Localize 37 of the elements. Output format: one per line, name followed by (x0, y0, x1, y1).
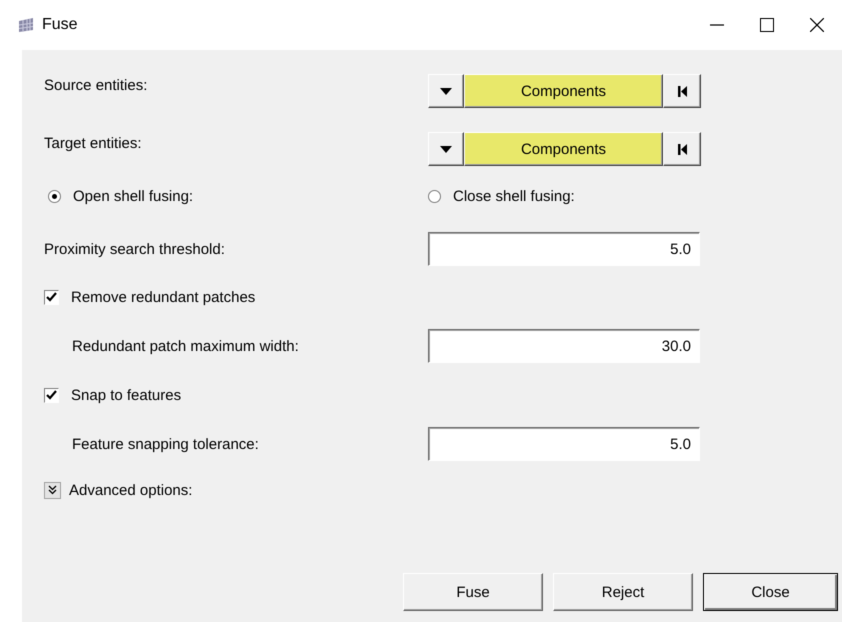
radio-button[interactable] (428, 190, 441, 202)
checkbox-label: Remove redundant patches (71, 288, 256, 306)
dropdown-button[interactable] (428, 132, 464, 166)
input-field[interactable]: 30.0 (428, 329, 700, 363)
minimize-icon (710, 24, 724, 26)
dialog-button[interactable]: Reject (553, 573, 693, 611)
reset-button[interactable] (663, 132, 701, 166)
field-label: Redundant patch maximum width: (72, 338, 299, 354)
radio-label: Open shell fusing: (73, 188, 194, 204)
mesh-icon (18, 17, 34, 33)
dropdown-button[interactable] (428, 74, 464, 108)
field-label: Feature snapping tolerance: (72, 436, 259, 452)
maximize-icon (760, 18, 774, 32)
close-icon (810, 18, 824, 32)
checkbox[interactable] (44, 290, 59, 304)
field-label: Target entities: (44, 135, 142, 152)
radio-button[interactable] (48, 190, 61, 202)
entity-selector-button[interactable]: Components (464, 74, 663, 108)
checkbox[interactable] (44, 388, 59, 402)
input-field[interactable]: 5.0 (428, 427, 700, 461)
caret-down-icon (440, 88, 452, 94)
field-label: Source entities: (44, 77, 148, 94)
window-title: Fuse (42, 16, 79, 34)
reset-button[interactable] (663, 74, 701, 108)
input-field[interactable]: 5.0 (428, 232, 700, 266)
radio-label: Close shell fusing: (453, 188, 575, 204)
dialog-button[interactable]: Close (703, 573, 838, 611)
section-label: Advanced options: (69, 482, 192, 498)
skip-back-icon (678, 86, 686, 96)
field-label: Proximity search threshold: (44, 240, 225, 258)
dialog-button[interactable]: Fuse (403, 573, 543, 611)
caret-down-icon (440, 146, 452, 152)
skip-back-icon (678, 144, 686, 154)
entity-selector-button[interactable]: Components (464, 132, 663, 166)
chevron-icon (48, 485, 57, 495)
expand-button[interactable] (44, 482, 61, 498)
checkbox-label: Snap to features (71, 386, 182, 404)
